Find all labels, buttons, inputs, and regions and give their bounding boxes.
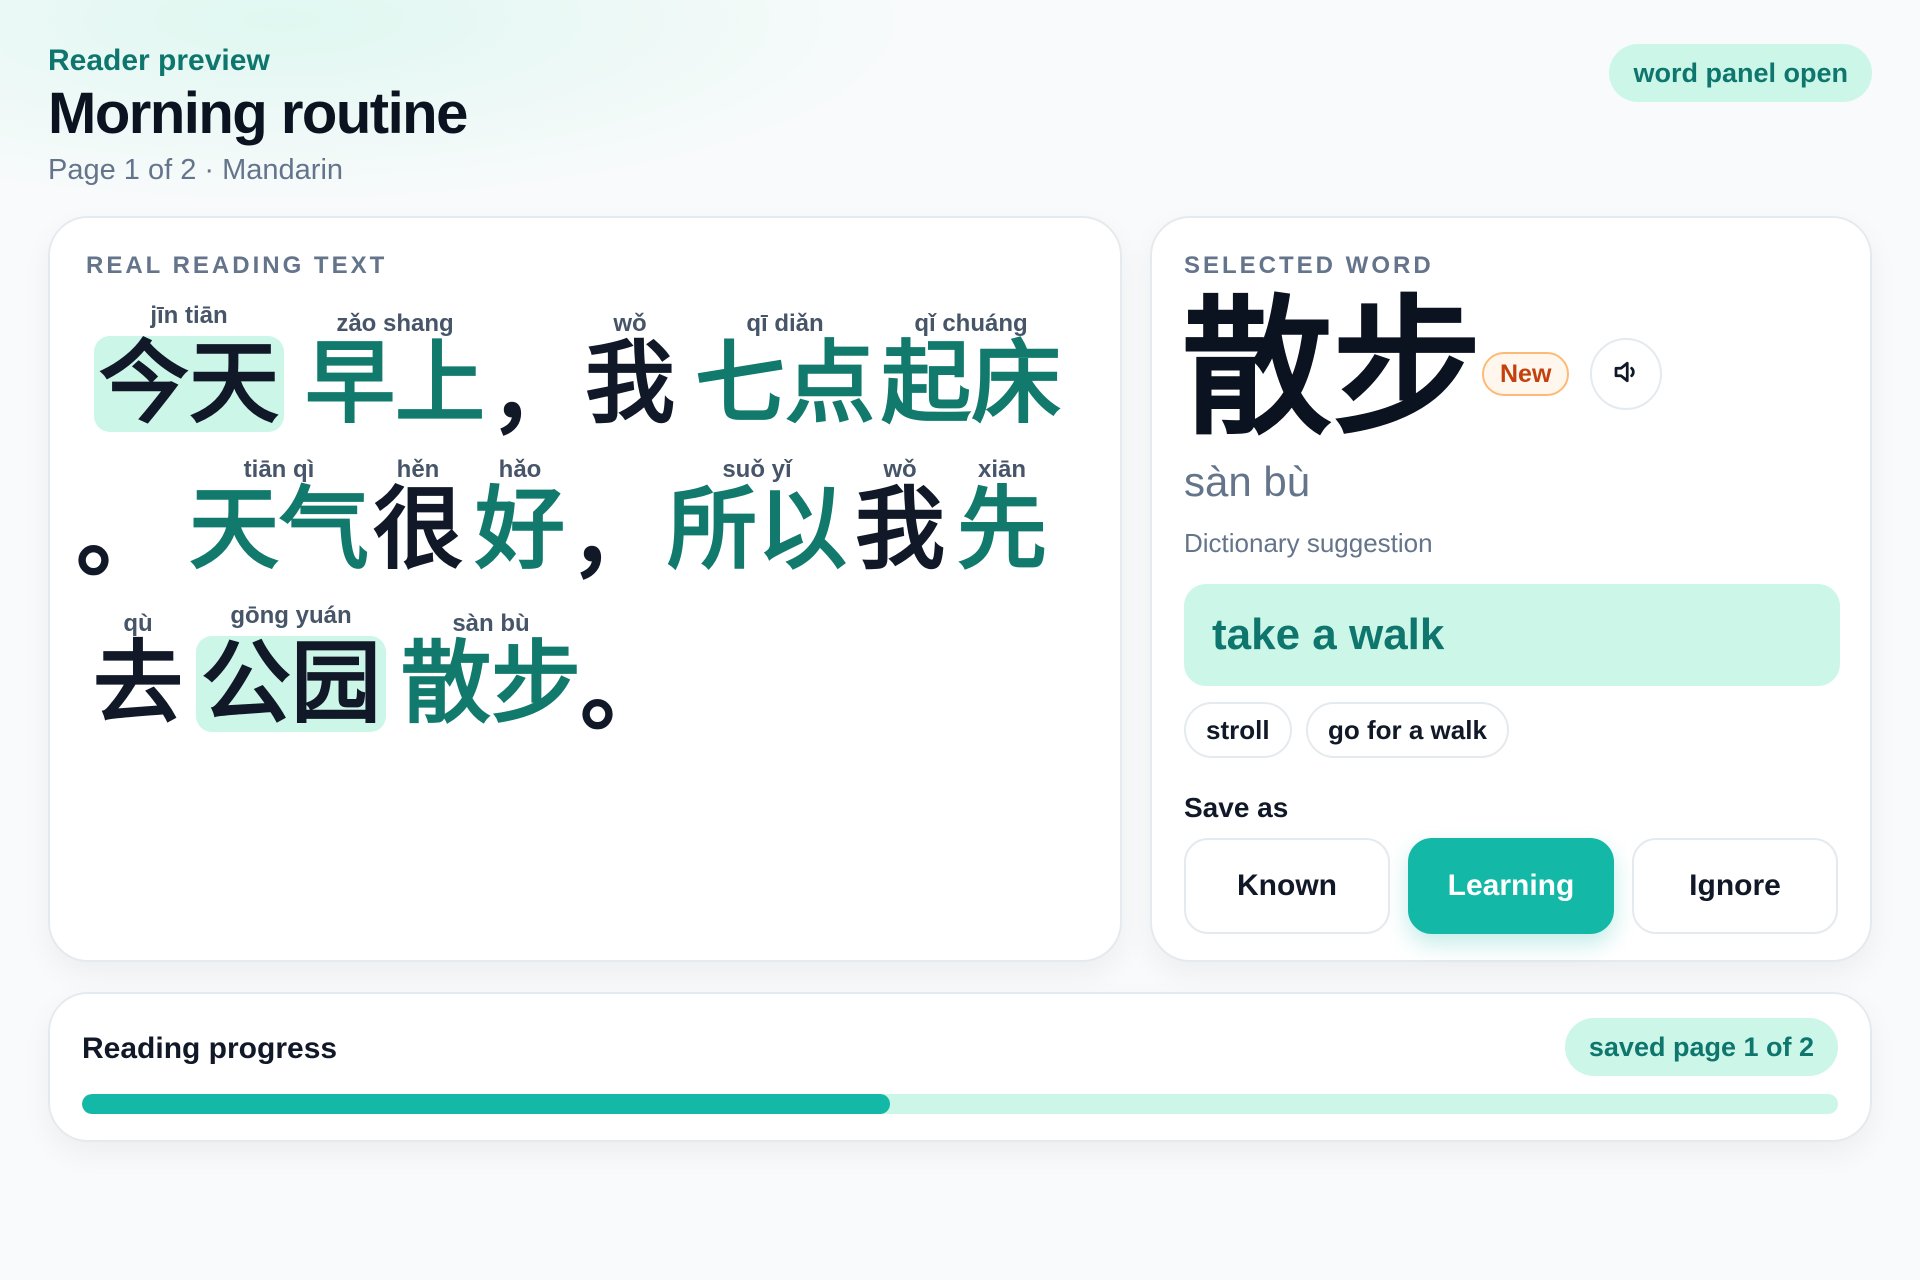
- speaker-icon: [1611, 357, 1641, 392]
- reading-text-label: REAL READING TEXT: [86, 252, 388, 279]
- page-subtitle: Page 1 of 2 · Mandarin: [48, 154, 344, 186]
- token-hanzi: 七点: [695, 331, 875, 436]
- progress-title: Reading progress: [82, 1032, 338, 1065]
- token-hanzi: 好: [475, 477, 565, 582]
- new-badge: New: [1482, 352, 1570, 396]
- token-hanzi: 公园: [196, 636, 386, 732]
- page-title: Morning routine: [48, 81, 468, 146]
- word-token[interactable]: suǒ yǐ 所以: [662, 456, 852, 578]
- dictionary-suggestion-label: Dictionary suggestion: [1184, 528, 1433, 558]
- reading-progress-card: Reading progress saved page 1 of 2: [48, 992, 1872, 1142]
- save-ignore-button[interactable]: Ignore: [1632, 838, 1838, 934]
- token-pinyin: gōng yuán: [230, 602, 352, 629]
- word-token[interactable]: zǎo shang 早上: [300, 310, 490, 432]
- token-hanzi: 今天: [94, 336, 284, 432]
- word-token[interactable]: qù 去: [88, 610, 188, 732]
- token-hanzi: 所以: [667, 477, 847, 582]
- alt-translation-chip[interactable]: stroll: [1184, 702, 1292, 758]
- token-hanzi: 早上: [305, 331, 485, 436]
- status-badge: word panel open: [1609, 44, 1872, 102]
- token-hanzi: 起床: [881, 331, 1061, 436]
- selected-word-card: SELECTED WORD 散步 New sàn bù Dictionary s…: [1150, 216, 1872, 962]
- word-token[interactable]: qǐ chuáng 起床: [876, 310, 1066, 432]
- punctuation: 。: [580, 639, 670, 744]
- token-hanzi: 先: [957, 477, 1047, 582]
- progress-status-badge: saved page 1 of 2: [1564, 1018, 1838, 1076]
- progress-fill: [82, 1094, 890, 1114]
- word-token[interactable]: hǎo 好: [470, 456, 570, 578]
- selected-word-label: SELECTED WORD: [1184, 252, 1434, 279]
- word-token[interactable]: wǒ 我: [580, 310, 680, 432]
- token-hanzi: 天气: [189, 477, 369, 582]
- word-token-selected[interactable]: sàn bù 散步: [396, 610, 586, 732]
- reader-preview-page: Reader preview Morning routine Page 1 of…: [0, 0, 1920, 1280]
- page-eyebrow: Reader preview: [48, 44, 270, 77]
- word-token[interactable]: hěn 很: [368, 456, 468, 578]
- token-pinyin: jīn tiān: [150, 302, 228, 329]
- selected-word-hanzi: 散步: [1182, 282, 1483, 456]
- word-token[interactable]: jīn tiān 今天: [94, 302, 284, 432]
- alt-translation-chip[interactable]: go for a walk: [1306, 702, 1509, 758]
- punctuation: ，: [570, 485, 660, 590]
- progress-bar: [82, 1094, 1838, 1114]
- translation-suggestion[interactable]: take a walk: [1184, 584, 1840, 686]
- word-token[interactable]: qī diǎn 七点: [690, 310, 880, 432]
- token-hanzi: 我: [855, 477, 945, 582]
- save-as-label: Save as: [1184, 792, 1289, 823]
- token-hanzi: 我: [585, 331, 675, 436]
- punctuation: ，: [490, 341, 580, 446]
- selected-word-pinyin: sàn bù: [1184, 458, 1311, 505]
- save-known-button[interactable]: Known: [1184, 838, 1390, 934]
- token-hanzi: 很: [373, 477, 463, 582]
- save-learning-button[interactable]: Learning: [1408, 838, 1614, 934]
- play-audio-button[interactable]: [1590, 338, 1662, 410]
- word-token[interactable]: gōng yuán 公园: [196, 602, 386, 732]
- token-hanzi: 去: [93, 631, 183, 736]
- reading-text-card: REAL READING TEXT jīn tiān 今天 zǎo shang …: [48, 216, 1122, 962]
- token-hanzi: 散步: [401, 631, 581, 736]
- word-token[interactable]: tiān qì 天气: [184, 456, 374, 578]
- word-token[interactable]: xiān 先: [952, 456, 1052, 578]
- word-token[interactable]: wǒ 我: [850, 456, 950, 578]
- punctuation: 。: [76, 485, 166, 590]
